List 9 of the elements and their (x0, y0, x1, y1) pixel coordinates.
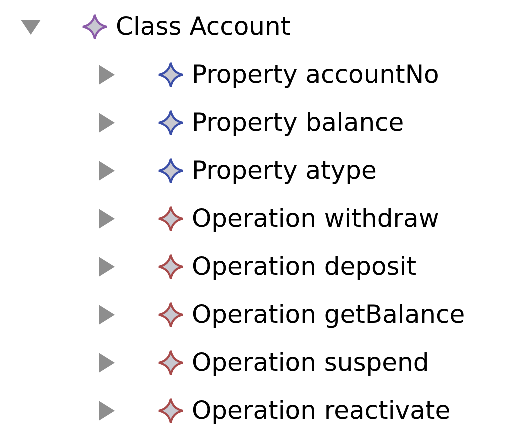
tree-item-label[interactable]: Property accountNo (192, 56, 440, 94)
tree-item-label[interactable]: Class Account (116, 8, 291, 46)
tree-item-label[interactable]: Operation withdraw (192, 200, 440, 238)
tree-item-label[interactable]: Operation deposit (192, 248, 417, 286)
tree-item-label[interactable]: Property balance (192, 104, 404, 142)
tree-item-label[interactable]: Operation getBalance (192, 296, 466, 334)
tree-item-label[interactable]: Operation suspend (192, 344, 430, 382)
tree-item-label[interactable]: Operation reactivate (192, 392, 451, 430)
tree-item-label[interactable]: Property atype (192, 152, 377, 190)
